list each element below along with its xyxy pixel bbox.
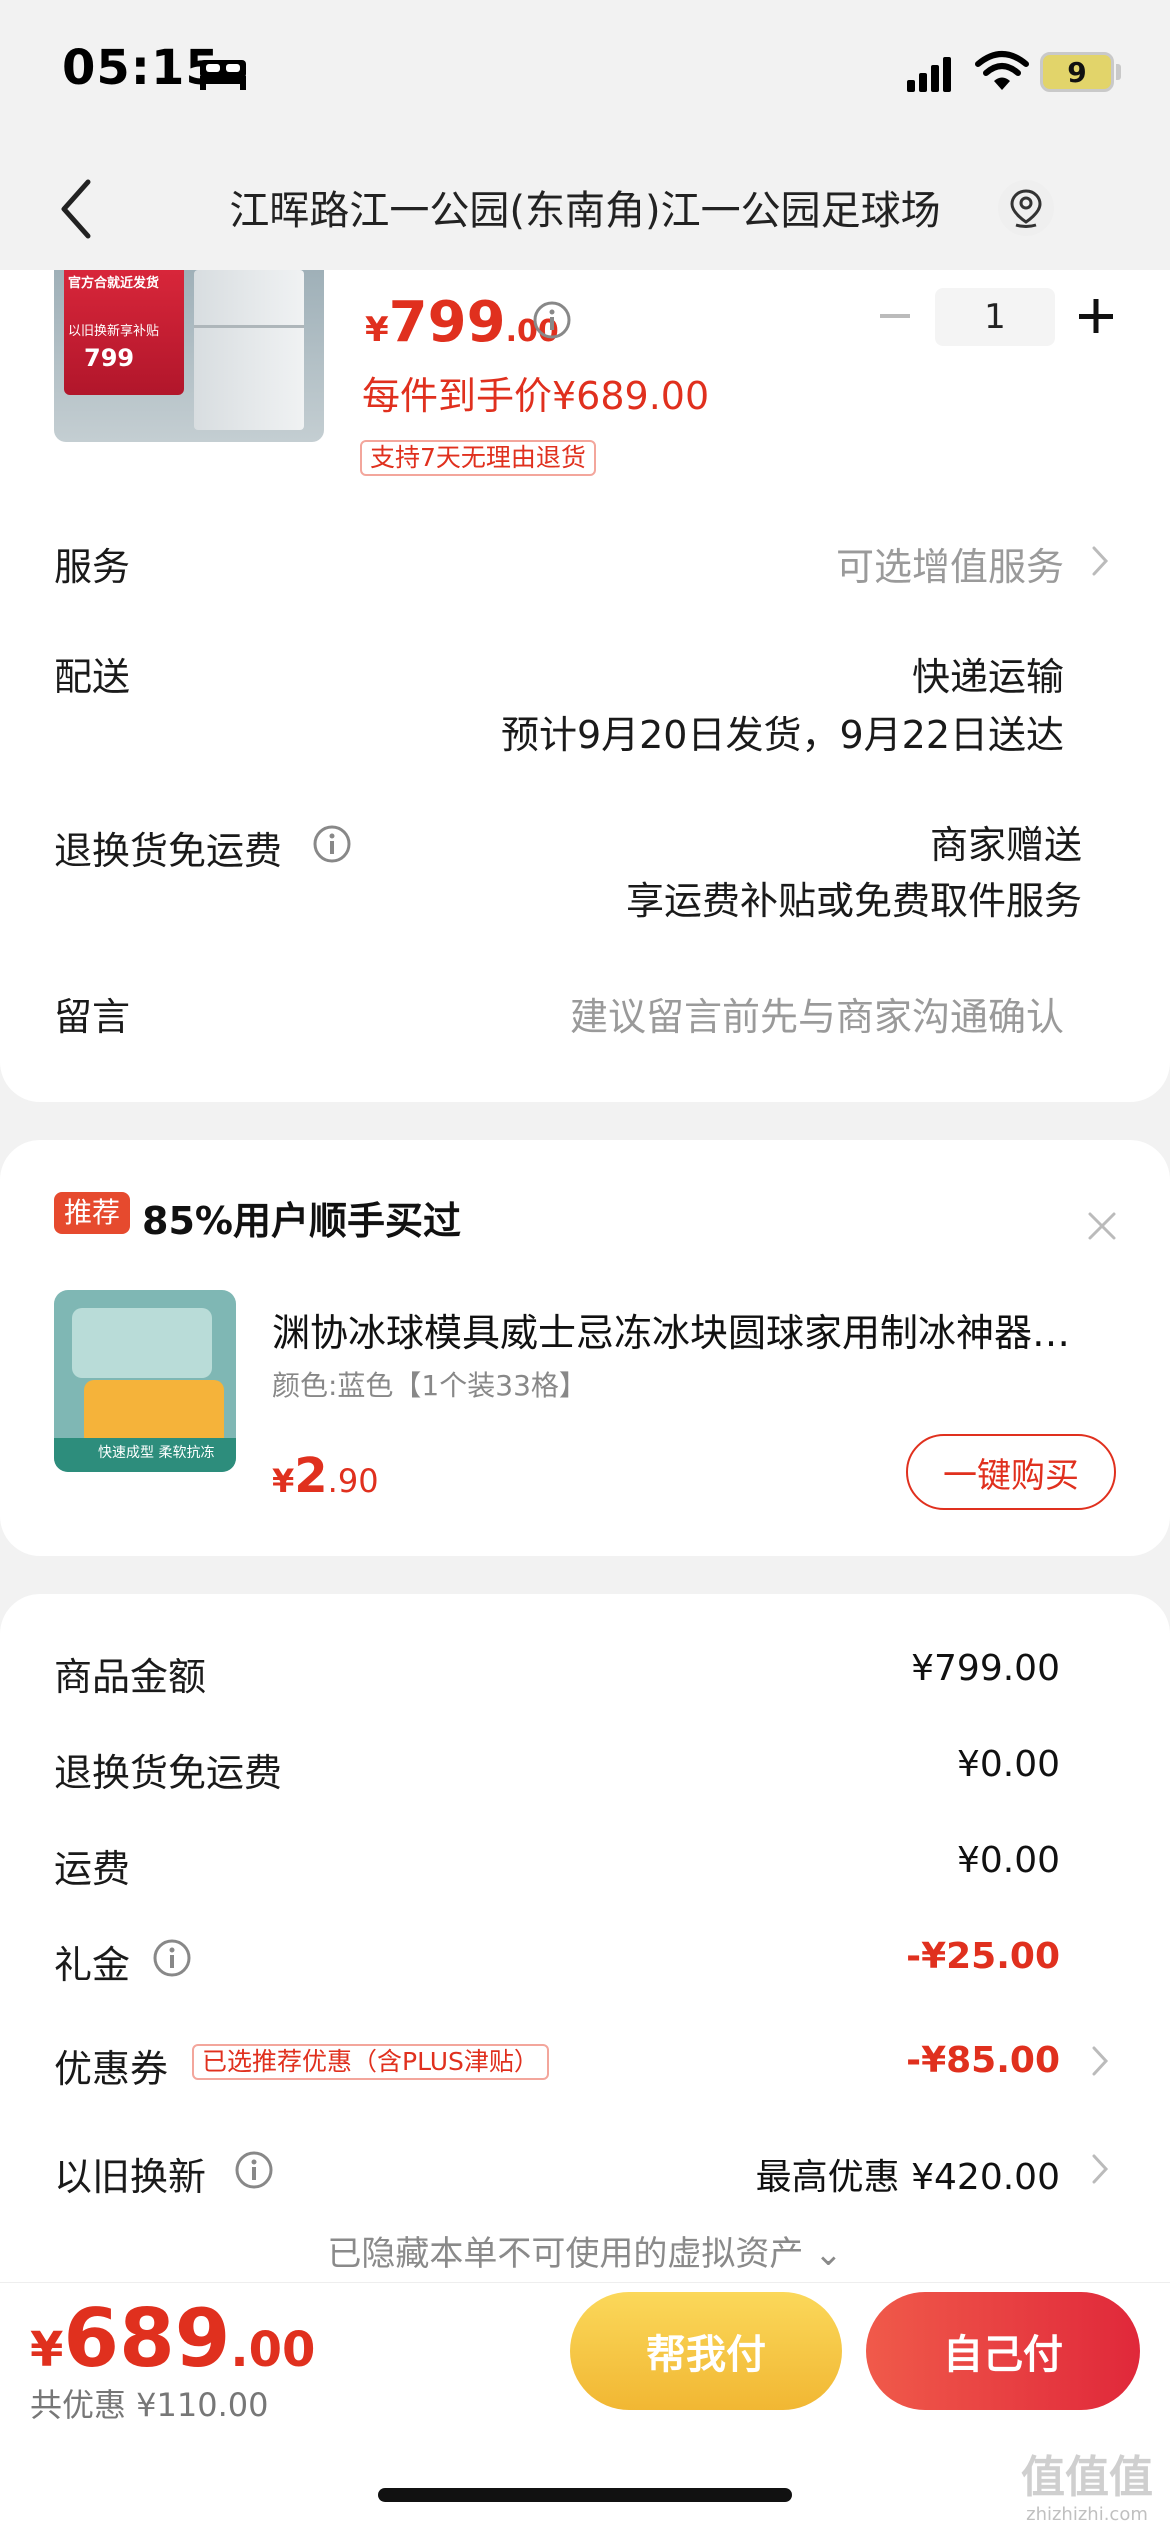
fridge-graphic xyxy=(194,270,304,430)
recommend-product-spec: 颜色:蓝色【1个装33格】 xyxy=(272,1369,587,1402)
total-discount: 共优惠 ¥110.00 xyxy=(30,2386,269,2424)
recommend-badge: 推荐 xyxy=(54,1192,131,1234)
return-fee-label: 退换货免运费 xyxy=(54,1751,283,1795)
total-integer: 689 xyxy=(63,2292,231,2385)
price-integer: 799 xyxy=(388,290,506,355)
coupon-chevron-icon[interactable] xyxy=(1090,2044,1110,2078)
return-shipping-value: 商家赠送 xyxy=(929,823,1082,867)
location-pin-icon xyxy=(1010,189,1042,228)
gift-cash-value: -¥25.00 xyxy=(906,1936,1060,1977)
promo-line-1: 官方合就近发货 xyxy=(68,276,160,291)
battery-tip xyxy=(1116,64,1121,80)
recommend-headline: 85%用户顺手买过 xyxy=(142,1199,461,1243)
trade-in-chevron-icon[interactable] xyxy=(1090,2152,1110,2186)
sleep-mode-icon xyxy=(200,60,246,90)
rec-price-integer: 2 xyxy=(294,1448,328,1504)
quantity-field[interactable]: 1 xyxy=(935,288,1055,346)
return-shipping-detail: 享运费补贴或免费取件服务 xyxy=(625,879,1082,923)
help-me-pay-button[interactable]: 帮我付 xyxy=(570,2292,842,2410)
product-price: ¥799.00 xyxy=(365,290,559,355)
gift-cash-info-icon[interactable] xyxy=(152,1938,192,1978)
close-icon[interactable] xyxy=(1086,1210,1118,1242)
return-policy-tag: 支持7天无理由退货 xyxy=(360,440,596,476)
home-indicator[interactable] xyxy=(378,2488,792,2502)
wifi-icon xyxy=(975,51,1029,90)
price-info-icon[interactable] xyxy=(532,300,572,340)
pay-myself-button[interactable]: 自己付 xyxy=(866,2292,1140,2410)
rec-price-decimal: .90 xyxy=(327,1462,379,1500)
recommend-product-price: ¥2.90 xyxy=(272,1448,379,1504)
watermark-url: zhizhizhi.com xyxy=(1026,2504,1148,2525)
rec-price-symbol: ¥ xyxy=(272,1462,295,1500)
battery-indicator: 9 xyxy=(1040,52,1114,92)
recommend-product-image[interactable]: 快速成型 柔软抗冻 xyxy=(54,1290,236,1472)
total-price: ¥689.00 xyxy=(30,2292,315,2385)
return-shipping-info-icon[interactable] xyxy=(312,824,352,864)
shipping-label: 运费 xyxy=(54,1847,131,1891)
service-value[interactable]: 可选增值服务 xyxy=(836,536,1064,591)
tray-blue xyxy=(72,1308,212,1378)
decrease-quantity-button[interactable] xyxy=(878,296,912,336)
one-click-buy-button[interactable]: 一键购买 xyxy=(906,1434,1116,1510)
coupon-value[interactable]: -¥85.00 xyxy=(906,2040,1060,2081)
increase-quantity-button[interactable] xyxy=(1076,296,1116,336)
goods-amount-value: ¥799.00 xyxy=(911,1648,1060,1689)
hidden-assets-toggle[interactable]: 已隐藏本单不可使用的虚拟资产 ⌄ xyxy=(0,2226,1170,2275)
image-caption: 快速成型 柔软抗冻 xyxy=(98,1445,215,1461)
goods-amount-label: 商品金额 xyxy=(54,1655,207,1699)
delivery-label: 配送 xyxy=(54,655,131,699)
return-shipping-label: 退换货免运费 xyxy=(54,829,283,873)
service-label: 服务 xyxy=(54,545,131,589)
product-image[interactable]: 官方合就近发货 以旧换新享补贴 799 xyxy=(54,270,324,442)
status-time: 05:15 xyxy=(62,40,220,96)
trade-in-value[interactable]: 最高优惠 ¥420.00 xyxy=(756,2148,1060,2200)
service-chevron-icon[interactable] xyxy=(1090,544,1110,578)
delivery-method[interactable]: 快递运输 xyxy=(912,646,1064,701)
location-button[interactable] xyxy=(998,180,1054,236)
price-symbol: ¥ xyxy=(365,310,389,350)
return-fee-value: ¥0.00 xyxy=(956,1744,1060,1785)
total-symbol: ¥ xyxy=(30,2322,64,2378)
delivery-eta: 预计9月20日发货，9月22日送达 xyxy=(500,713,1064,757)
recommend-product-title[interactable]: 渊协冰球模具威士忌冻冰块圆球家用制冰神器… xyxy=(272,1302,1112,1357)
gift-cash-label: 礼金 xyxy=(54,1943,131,1987)
message-input[interactable]: 建议留言前先与商家沟通确认 xyxy=(570,986,1064,1041)
trade-in-label: 以旧换新 xyxy=(54,2155,207,2199)
coupon-tag: 已选推荐优惠（含PLUS津贴） xyxy=(192,2044,549,2080)
watermark-logo: 值值值 xyxy=(1021,2452,1153,2503)
message-label: 留言 xyxy=(54,995,131,1039)
coupon-label: 优惠券 xyxy=(54,2047,169,2091)
promo-line-2: 以旧换新享补贴 xyxy=(68,324,160,339)
promo-price: 799 xyxy=(84,344,135,372)
each-price: 每件到手价¥689.00 xyxy=(362,374,710,418)
total-decimal: .00 xyxy=(230,2322,316,2378)
shipping-value: ¥0.00 xyxy=(956,1840,1060,1881)
trade-in-info-icon[interactable] xyxy=(234,2150,274,2190)
cellular-signal-icon xyxy=(907,57,951,92)
fridge-divider xyxy=(194,325,304,328)
page-title: 江晖路江一公园(东南角)江一公园足球场 xyxy=(229,188,941,234)
